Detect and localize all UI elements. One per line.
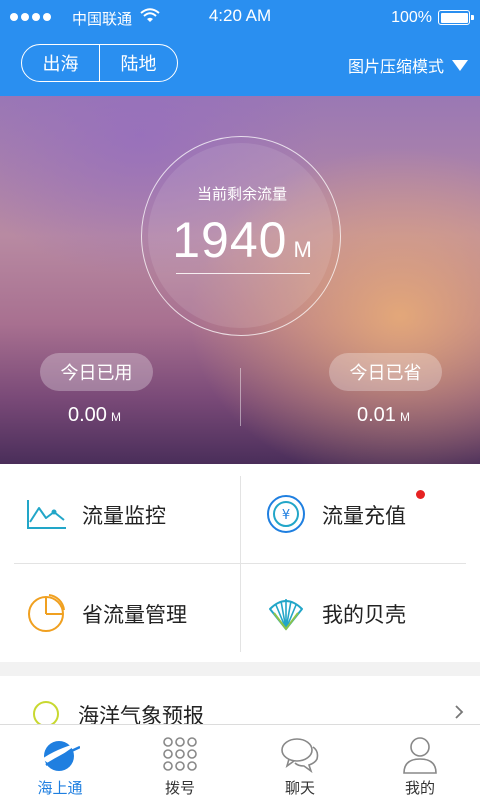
top-header: 中国联通 4:20 AM 100% 出海 陆地 图片压缩模式 bbox=[0, 0, 480, 96]
tab-label: 我的 bbox=[404, 780, 435, 797]
mode-label: 图片压缩模式 bbox=[347, 59, 444, 76]
dialpad-icon bbox=[163, 737, 197, 771]
menu-label: 流量监控 bbox=[82, 505, 166, 528]
tab-dial[interactable]: 拨号 bbox=[120, 725, 240, 800]
tab-label: 聊天 bbox=[284, 780, 315, 797]
menu-label: 流量充值 bbox=[322, 505, 406, 528]
caret-down-icon bbox=[452, 59, 468, 71]
menu-traffic-recharge[interactable]: ¥ 流量充值 bbox=[240, 464, 480, 563]
bottom-tab-bar: 海上通 拨号 聊天 我的 bbox=[0, 724, 480, 800]
chevron-right-icon bbox=[455, 705, 464, 719]
tab-home[interactable]: 海上通 bbox=[0, 725, 120, 800]
tab-label: 拨号 bbox=[164, 780, 195, 797]
menu-traffic-monitor[interactable]: 流量监控 bbox=[0, 464, 240, 563]
menu-my-shells[interactable]: 我的贝壳 bbox=[240, 563, 480, 662]
person-icon bbox=[403, 737, 437, 774]
hero-divider bbox=[240, 368, 241, 426]
menu-save-traffic[interactable]: 省流量管理 bbox=[0, 563, 240, 662]
menu-label: 省流量管理 bbox=[82, 604, 187, 627]
today-used-value: 0.00 M bbox=[68, 404, 121, 426]
segment-sea[interactable]: 出海 bbox=[22, 45, 99, 81]
shell-icon bbox=[269, 599, 303, 631]
recharge-badge-dot bbox=[416, 490, 425, 499]
remaining-traffic-number: 1940 bbox=[172, 212, 288, 268]
tab-mine[interactable]: 我的 bbox=[360, 725, 480, 800]
gauge-value: 1940 M bbox=[142, 211, 342, 269]
remaining-traffic-gauge: 当前剩余流量 1940 M bbox=[141, 136, 341, 336]
gauge-label: 当前剩余流量 bbox=[196, 186, 287, 203]
tab-label: 海上通 bbox=[37, 780, 83, 797]
feature-grid: 流量监控 ¥ 流量充值 省流量管理 我的贝壳 bbox=[0, 464, 480, 662]
grid-divider-horizontal bbox=[14, 563, 466, 564]
traffic-hero: 当前剩余流量 1940 M 今日已用 今日已省 0.00 M 0.01 M bbox=[0, 96, 480, 464]
today-saved-pill: 今日已省 bbox=[329, 353, 442, 391]
gauge-underline bbox=[176, 273, 310, 274]
tab-chat[interactable]: 聊天 bbox=[240, 725, 360, 800]
status-bar: 中国联通 4:20 AM 100% bbox=[0, 0, 480, 36]
chat-bubbles-icon bbox=[281, 738, 319, 774]
today-saved-value: 0.01 M bbox=[357, 404, 410, 426]
image-compression-mode-dropdown[interactable]: 图片压缩模式 bbox=[348, 53, 468, 77]
pie-chart-icon bbox=[28, 594, 65, 632]
svg-text:¥: ¥ bbox=[282, 508, 290, 523]
battery-icon bbox=[438, 10, 474, 25]
yuan-coin-icon: ¥ bbox=[267, 495, 305, 533]
sea-logo-icon bbox=[42, 741, 80, 771]
grid-divider-vertical bbox=[240, 476, 241, 652]
region-segmented-control: 出海 陆地 bbox=[21, 44, 178, 82]
chart-line-icon bbox=[27, 500, 66, 529]
today-used-pill: 今日已用 bbox=[40, 353, 153, 391]
menu-label: 我的贝壳 bbox=[322, 604, 406, 627]
remaining-traffic-unit: M bbox=[293, 237, 312, 262]
battery-percentage: 100% bbox=[391, 9, 432, 26]
segment-land[interactable]: 陆地 bbox=[99, 45, 177, 81]
